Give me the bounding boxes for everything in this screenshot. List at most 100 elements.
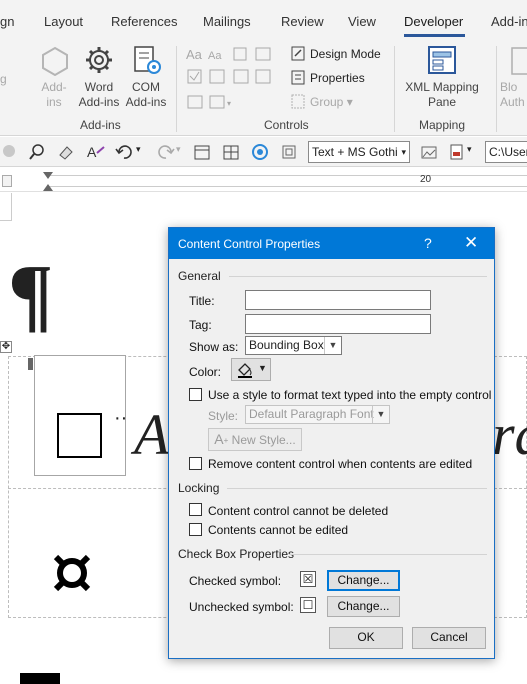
ruler-number: 20 <box>420 174 432 185</box>
tag-label: Tag: <box>189 318 212 332</box>
dots: ·· <box>114 407 128 429</box>
svg-text:Aa: Aa <box>186 47 203 62</box>
frame-icon[interactable] <box>280 143 298 164</box>
undo-icon[interactable] <box>115 143 135 164</box>
tab-layout[interactable]: Layout <box>44 14 83 29</box>
show-as-select[interactable]: Bounding Box ▼ <box>245 336 342 355</box>
unchecked-symbol-label: Unchecked symbol: <box>189 600 294 614</box>
tab-review[interactable]: Review <box>281 14 324 29</box>
properties-icon[interactable] <box>291 70 305 88</box>
image-icon[interactable] <box>420 143 438 164</box>
tab-selector[interactable] <box>2 175 12 187</box>
color-label: Color: <box>189 365 222 379</box>
hexagon-addins-icon[interactable] <box>40 46 70 79</box>
design-mode-icon[interactable] <box>291 46 305 64</box>
section-line <box>227 488 487 489</box>
show-as-label: Show as: <box>189 340 239 354</box>
table-icon[interactable] <box>222 143 240 164</box>
rich-text-control-icon[interactable]: Aa Aa ▾ <box>186 46 274 119</box>
group-button[interactable]: Group ▾ <box>310 95 353 109</box>
com-addins-icon[interactable] <box>132 45 164 80</box>
content-control-handle[interactable] <box>28 358 33 370</box>
calendar-icon[interactable] <box>193 143 211 164</box>
ok-button[interactable]: OK <box>329 627 403 649</box>
checked-symbol-label: Checked symbol: <box>189 574 282 588</box>
style-select[interactable]: Default Paragraph Font ▼ <box>245 405 390 424</box>
gear-icon[interactable] <box>84 45 114 78</box>
locking-section-title: Locking <box>178 481 220 495</box>
group-separator <box>394 46 395 132</box>
document-dropdown-icon[interactable]: ▾ <box>467 144 472 155</box>
cancel-button[interactable]: Cancel <box>412 627 486 649</box>
group-separator <box>496 46 497 132</box>
font-combo-value: Text + MS Gothi <box>312 145 398 159</box>
checkbox-symbol[interactable] <box>57 413 102 458</box>
xml-mapping-label-1[interactable]: XML Mapping <box>400 80 484 95</box>
pilcrow-mark: ¶ <box>8 248 54 341</box>
document-icon[interactable] <box>447 143 465 164</box>
tab-references[interactable]: References <box>111 14 177 29</box>
tab-mailings[interactable]: Mailings <box>203 14 251 29</box>
italic-text-right: ra <box>492 402 527 467</box>
content-control-box[interactable] <box>34 355 126 476</box>
section-line <box>229 276 487 277</box>
paint-bucket-icon <box>238 363 252 378</box>
redo-dropdown-icon[interactable]: ▾ <box>176 144 181 155</box>
section-line <box>289 554 487 555</box>
circle-button-icon[interactable] <box>251 143 269 164</box>
title-input[interactable] <box>245 290 431 310</box>
group-separator <box>176 46 177 132</box>
search-icon[interactable] <box>28 143 46 164</box>
font-combo[interactable]: Text + MS Gothi ▾ <box>308 141 410 163</box>
group-icon[interactable] <box>291 94 305 112</box>
xml-mapping-label-2[interactable]: Pane <box>400 95 484 110</box>
table-move-handle-icon[interactable]: ✥ <box>0 341 12 353</box>
help-button[interactable]: ? <box>424 235 432 251</box>
quick-access-toolbar: A ▾ ▾ Text + MS Gothi ▾ ▾ C:\User <box>0 137 527 167</box>
remove-control-checkbox[interactable] <box>189 457 202 470</box>
horizontal-ruler[interactable]: 20 <box>0 170 527 192</box>
group-controls-name: Controls <box>264 118 309 132</box>
word-addins-label-1[interactable]: Word <box>76 80 122 95</box>
properties-button[interactable]: Properties <box>310 71 365 85</box>
design-mode-button[interactable]: Design Mode <box>310 47 381 61</box>
color-picker-button[interactable]: ▼ <box>231 358 271 381</box>
ribbon-tab-bar: gn Layout References Mailings Review Vie… <box>0 0 527 40</box>
hanging-indent-marker[interactable] <box>43 184 53 191</box>
general-section-title: General <box>178 269 221 283</box>
use-style-checkbox[interactable] <box>189 388 202 401</box>
block-authors-label-2[interactable]: Auth <box>500 95 525 110</box>
group-mapping-name: Mapping <box>419 118 466 132</box>
com-addins-label-2[interactable]: Add-ins <box>124 95 168 110</box>
dialog-title: Content Control Properties <box>178 237 321 251</box>
xml-mapping-icon[interactable] <box>427 45 457 78</box>
com-addins-label-1[interactable]: COM <box>124 80 168 95</box>
undo-dropdown-icon[interactable]: ▾ <box>136 144 141 155</box>
record-icon[interactable] <box>2 143 16 162</box>
tag-input[interactable] <box>245 314 431 334</box>
tab-developer[interactable]: Developer <box>404 14 463 29</box>
change-unchecked-symbol-button[interactable]: Change... <box>327 596 400 617</box>
cannot-delete-checkbox[interactable] <box>189 503 202 516</box>
eraser-icon[interactable] <box>57 143 75 164</box>
tab-addins[interactable]: Add-in <box>491 14 527 29</box>
cannot-edit-label: Contents cannot be edited <box>208 523 349 537</box>
redo-icon[interactable] <box>155 143 175 164</box>
title-label: Title: <box>189 294 215 308</box>
close-button[interactable]: ✕ <box>464 233 478 253</box>
block-authors-label-1[interactable]: Blo <box>500 80 517 95</box>
format-painter-icon[interactable]: A <box>86 143 106 164</box>
color-dropdown-icon: ▼ <box>258 363 267 373</box>
svg-text:▾: ▾ <box>227 99 231 108</box>
ribbon-developer: g Add- ins Word Add-ins COM Add-ins Add-… <box>0 40 527 136</box>
first-line-indent-marker[interactable] <box>43 172 53 179</box>
word-addins-label-2[interactable]: Add-ins <box>76 95 122 110</box>
new-style-button[interactable]: A+ New Style... <box>208 428 302 451</box>
block-authors-icon[interactable] <box>510 46 527 79</box>
change-checked-symbol-button[interactable]: Change... <box>327 570 400 591</box>
cannot-edit-checkbox[interactable] <box>189 523 202 536</box>
addins-label-1: Add- <box>41 80 67 94</box>
path-combo[interactable]: C:\User <box>485 141 527 163</box>
tab-view[interactable]: View <box>348 14 376 29</box>
tab-design[interactable]: gn <box>0 14 14 29</box>
